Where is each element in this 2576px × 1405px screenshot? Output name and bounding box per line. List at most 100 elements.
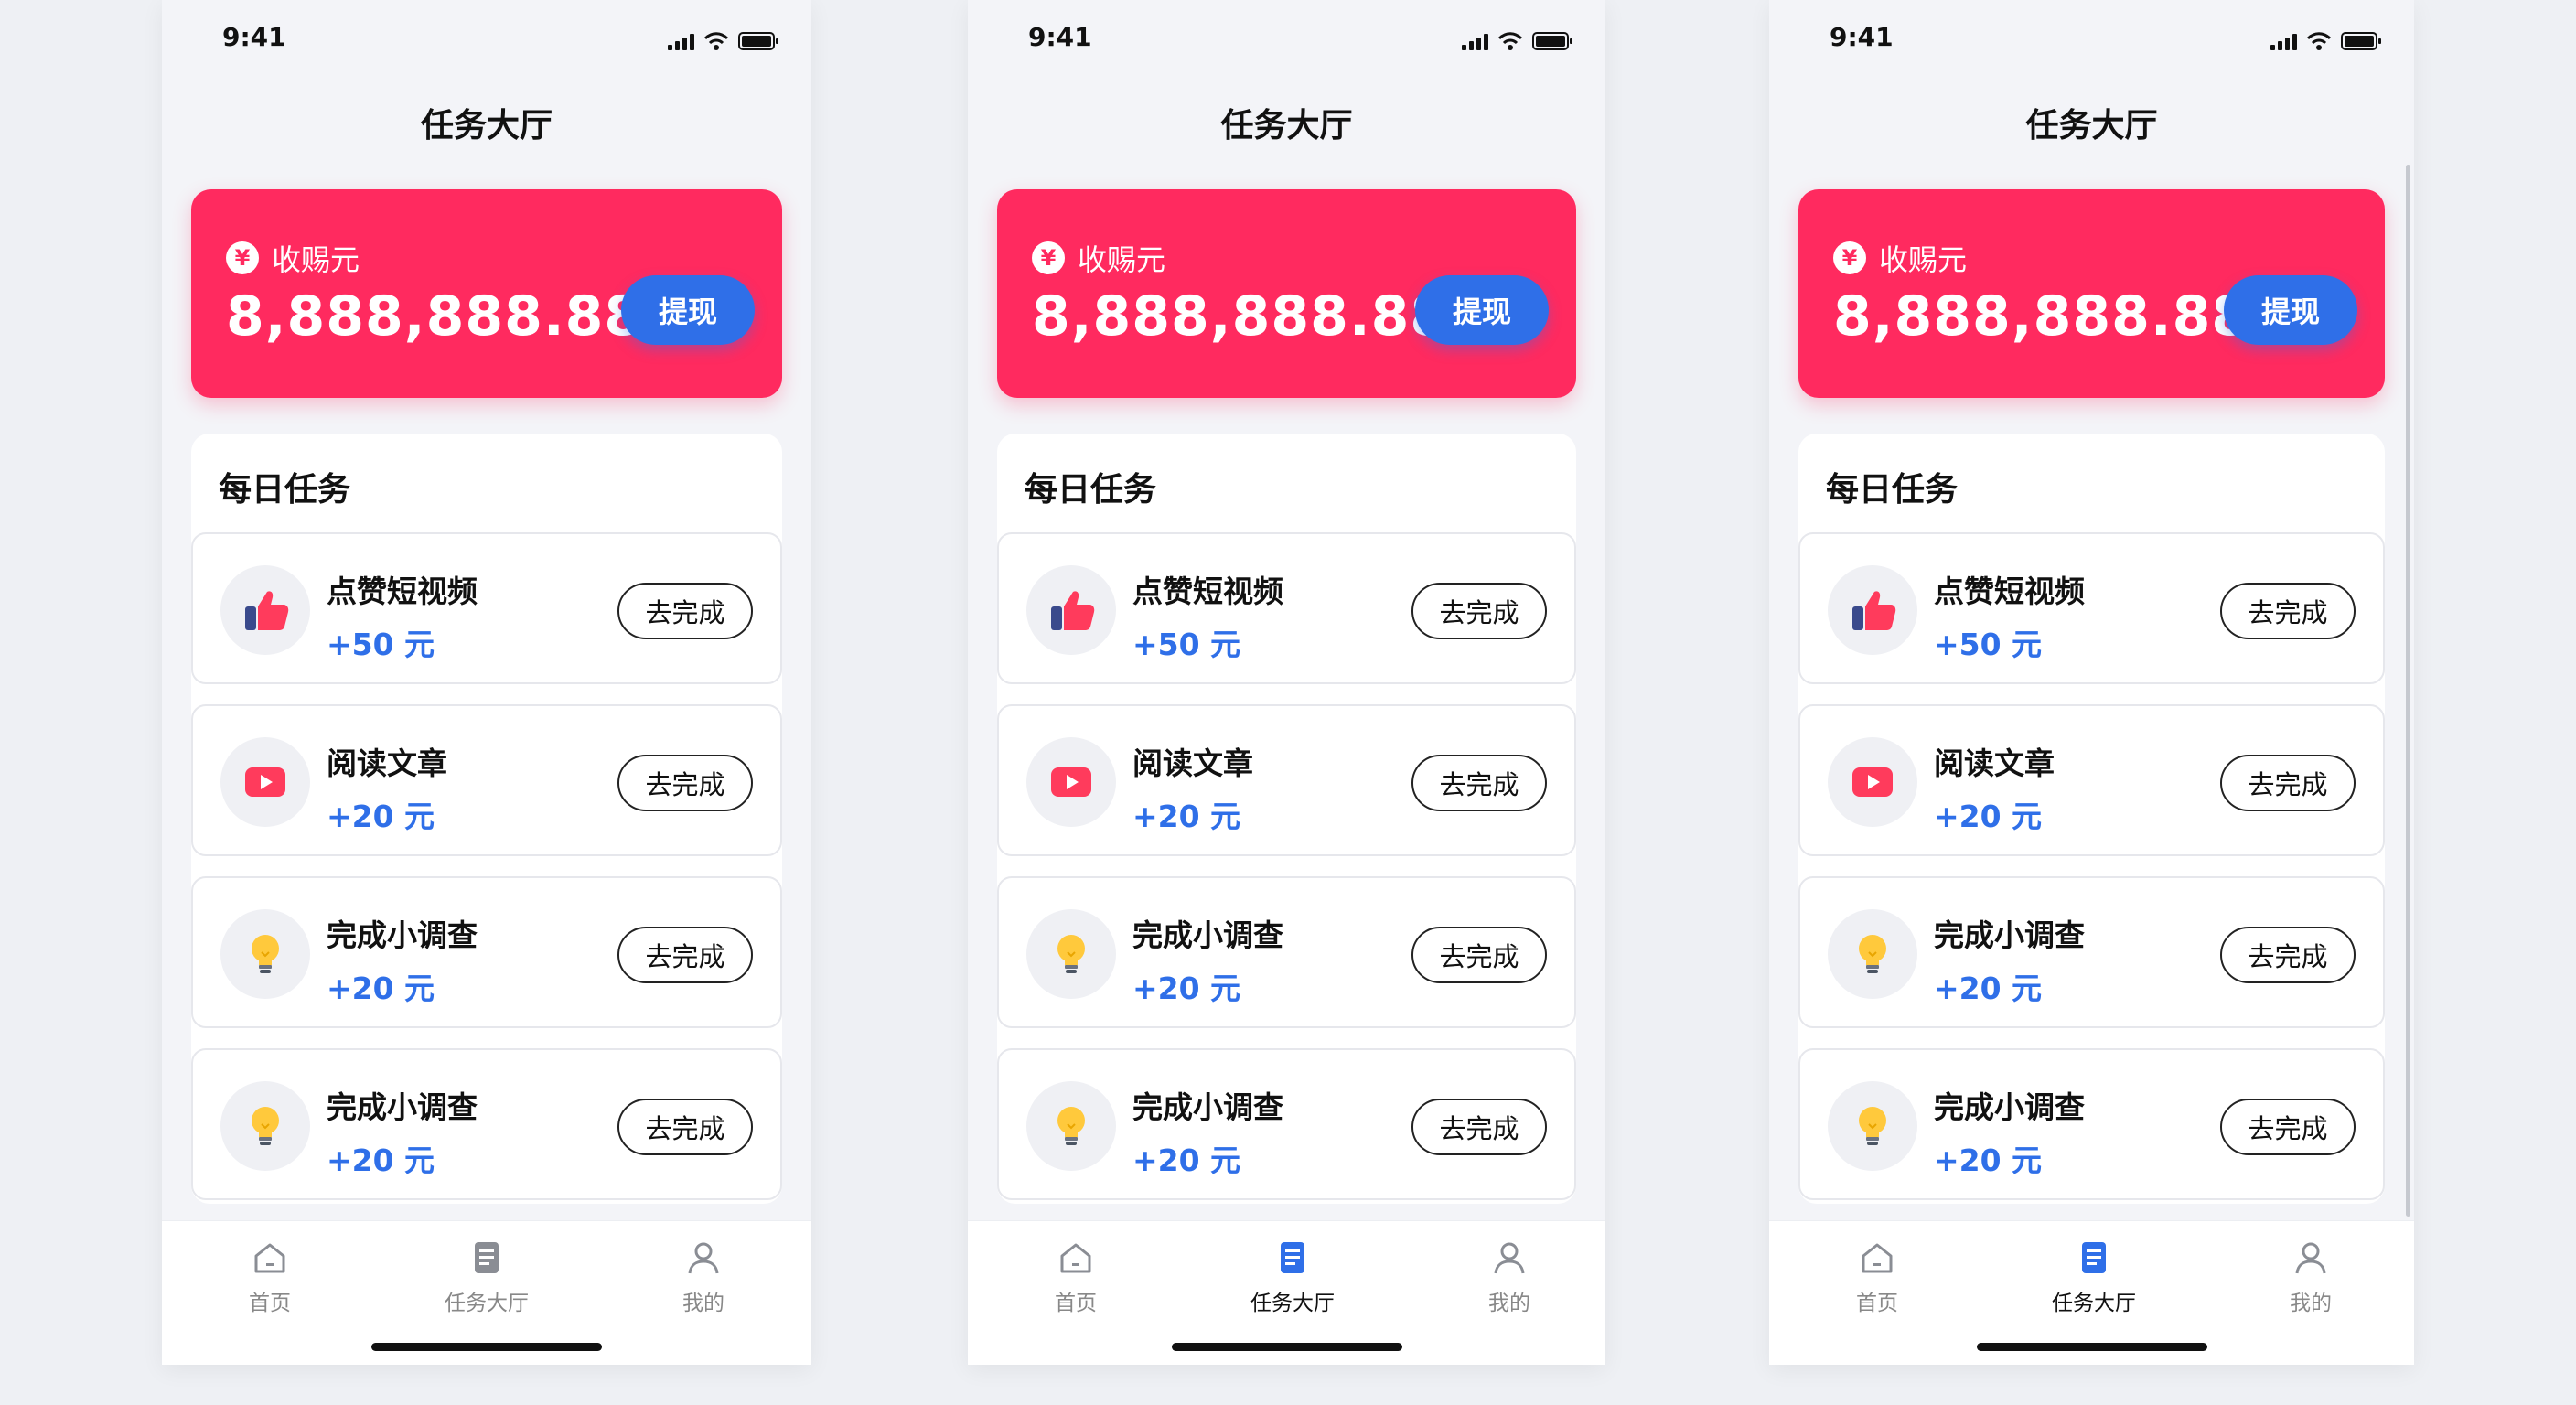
complete-task-button[interactable]: 去完成 (2220, 927, 2356, 983)
task-card[interactable]: 完成小调查 +20 元 去完成 (191, 876, 782, 1028)
daily-tasks-section: 每日任务 点赞短视频 +50 元 去完成 阅读文章 +20 元 去完成 完成小调… (997, 434, 1576, 1204)
signal-icon (1462, 32, 1488, 50)
home-indicator (1976, 1343, 2207, 1351)
tab-user[interactable]: 我的 (649, 1238, 758, 1316)
task-card[interactable]: 阅读文章 +20 元 去完成 (191, 704, 782, 856)
home-icon (1822, 1238, 1932, 1282)
user-icon (649, 1238, 758, 1282)
task-list-icon (432, 1238, 542, 1282)
section-title: 每日任务 (1025, 471, 1157, 509)
phone-screen: 9:41 任务大厅 ¥ 收赐元 8,888,888.88元 提现 每日任务 点赞… (162, 0, 811, 1365)
task-name: 完成小调查 (1934, 1089, 2085, 1125)
status-bar: 9:41 (222, 22, 780, 59)
tab-label: 任务大厅 (2052, 1292, 2136, 1315)
task-reward: +50 元 (327, 627, 435, 662)
task-name: 完成小调查 (327, 917, 478, 953)
withdraw-button[interactable]: 提现 (2224, 275, 2357, 345)
complete-task-button[interactable]: 去完成 (617, 583, 753, 639)
bottom-tab-bar: 首页 任务大厅 我的 (968, 1220, 1605, 1365)
daily-tasks-section: 每日任务 点赞短视频 +50 元 去完成 阅读文章 +20 元 去完成 完成小调… (1798, 434, 2385, 1204)
withdraw-button[interactable]: 提现 (621, 275, 755, 345)
task-card[interactable]: 点赞短视频 +50 元 去完成 (1798, 532, 2385, 684)
task-reward: +20 元 (1934, 1142, 2043, 1178)
task-reward: +20 元 (327, 799, 435, 834)
thumbs-up-icon (220, 565, 310, 655)
bottom-tab-bar: 首页 任务大厅 我的 (1769, 1220, 2414, 1365)
yuan-coin-icon: ¥ (226, 241, 259, 274)
task-name: 完成小调查 (1132, 1089, 1283, 1125)
task-card[interactable]: 点赞短视频 +50 元 去完成 (997, 532, 1576, 684)
task-reward: +20 元 (327, 971, 435, 1006)
phone-screen: 9:41 任务大厅 ¥ 收赐元 8,888,888.88元 提现 每日任务 点赞… (1769, 0, 2414, 1365)
balance-label: ¥ 收赐元 (1032, 237, 1165, 279)
tab-task-list[interactable]: 任务大厅 (1238, 1238, 1347, 1316)
task-card[interactable]: 完成小调查 +20 元 去完成 (191, 1048, 782, 1200)
lightbulb-icon (220, 909, 310, 999)
tab-task-list[interactable]: 任务大厅 (2039, 1238, 2149, 1316)
balance-amount: 8,888,888.88元 (1833, 284, 2285, 349)
balance-label: ¥ 收赐元 (1833, 237, 1967, 279)
status-bar: 9:41 (1028, 22, 1574, 59)
complete-task-button[interactable]: 去完成 (2220, 583, 2356, 639)
balance-label: ¥ 收赐元 (226, 237, 360, 279)
tab-label: 首页 (1856, 1292, 1898, 1315)
task-card[interactable]: 阅读文章 +20 元 去完成 (997, 704, 1576, 856)
complete-task-button[interactable]: 去完成 (1411, 1099, 1547, 1155)
thumbs-up-icon (1026, 565, 1116, 655)
thumbs-up-icon (1828, 565, 1917, 655)
page-title: 任务大厅 (420, 107, 553, 145)
task-card[interactable]: 完成小调查 +20 元 去完成 (997, 876, 1576, 1028)
task-name: 阅读文章 (327, 745, 447, 781)
complete-task-button[interactable]: 去完成 (1411, 755, 1547, 811)
signal-icon (668, 32, 694, 50)
task-reward: +20 元 (1132, 1142, 1241, 1178)
task-card[interactable]: 完成小调查 +20 元 去完成 (1798, 1048, 2385, 1200)
scrollbar[interactable] (2406, 165, 2410, 1217)
tab-home[interactable]: 首页 (215, 1238, 325, 1316)
complete-task-button[interactable]: 去完成 (617, 755, 753, 811)
task-name: 完成小调查 (327, 1089, 478, 1125)
status-icons (2270, 29, 2383, 53)
tab-label: 我的 (1488, 1292, 1530, 1315)
tab-user[interactable]: 我的 (1454, 1238, 1564, 1316)
battery-icon (2341, 32, 2381, 50)
task-reward: +20 元 (1132, 799, 1241, 834)
task-reward: +20 元 (327, 1142, 435, 1178)
balance-number: 8,888,888.88 (1032, 284, 1450, 349)
balance-card: ¥ 收赐元 8,888,888.88元 提现 (1798, 189, 2385, 398)
complete-task-button[interactable]: 去完成 (617, 927, 753, 983)
status-time: 9:41 (1830, 22, 1894, 52)
battery-icon (1532, 32, 1572, 50)
task-card[interactable]: 完成小调查 +20 元 去完成 (997, 1048, 1576, 1200)
tab-home[interactable]: 首页 (1822, 1238, 1932, 1316)
phone-screen: 9:41 任务大厅 ¥ 收赐元 8,888,888.88元 提现 每日任务 点赞… (968, 0, 1605, 1365)
task-reward: +50 元 (1132, 627, 1241, 662)
withdraw-button[interactable]: 提现 (1415, 275, 1549, 345)
task-name: 点赞短视频 (1132, 574, 1283, 609)
wifi-icon (1497, 32, 1523, 50)
task-card[interactable]: 完成小调查 +20 元 去完成 (1798, 876, 2385, 1028)
lightbulb-icon (1828, 909, 1917, 999)
task-reward: +20 元 (1934, 799, 2043, 834)
status-time: 9:41 (222, 22, 286, 52)
tab-label: 首页 (249, 1292, 291, 1315)
complete-task-button[interactable]: 去完成 (1411, 583, 1547, 639)
complete-task-button[interactable]: 去完成 (617, 1099, 753, 1155)
tab-label: 任务大厅 (1250, 1292, 1335, 1315)
play-icon (220, 737, 310, 827)
task-card[interactable]: 阅读文章 +20 元 去完成 (1798, 704, 2385, 856)
status-icons (668, 29, 780, 53)
tab-user[interactable]: 我的 (2256, 1238, 2366, 1316)
lightbulb-icon (1026, 909, 1116, 999)
home-indicator (371, 1343, 602, 1351)
complete-task-button[interactable]: 去完成 (1411, 927, 1547, 983)
tab-home[interactable]: 首页 (1021, 1238, 1131, 1316)
tab-task-list[interactable]: 任务大厅 (432, 1238, 542, 1316)
complete-task-button[interactable]: 去完成 (2220, 755, 2356, 811)
tab-label: 我的 (2290, 1292, 2332, 1315)
task-card[interactable]: 点赞短视频 +50 元 去完成 (191, 532, 782, 684)
complete-task-button[interactable]: 去完成 (2220, 1099, 2356, 1155)
status-time: 9:41 (1028, 22, 1092, 52)
balance-label-text: 收赐元 (272, 242, 360, 277)
section-title: 每日任务 (1826, 471, 1959, 509)
